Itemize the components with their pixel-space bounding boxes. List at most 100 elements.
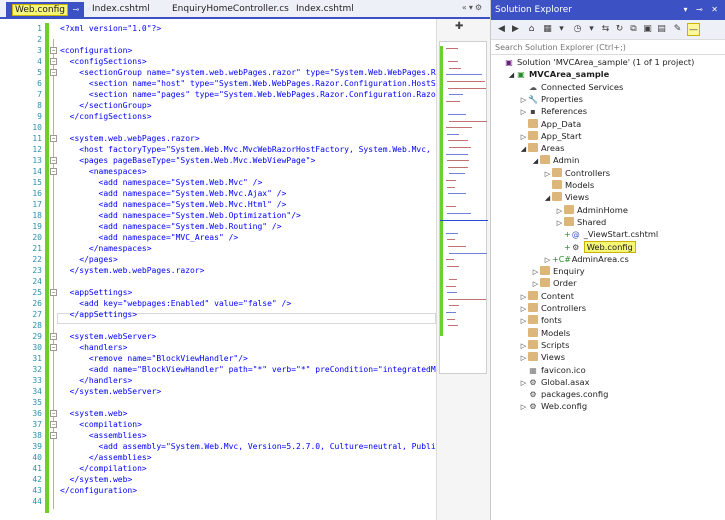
code-line[interactable]: 7 <section name="pages" type="System.Web… <box>0 89 436 100</box>
expand-arrow-icon[interactable]: ▷ <box>531 278 540 290</box>
preview-icon[interactable]: ▤ <box>655 23 668 36</box>
collapse-icon[interactable]: − <box>50 344 57 351</box>
collapse-arrow-icon[interactable]: ◢ <box>519 143 528 155</box>
code-line[interactable]: 42 </system.web> <box>0 474 436 485</box>
collapse-icon[interactable]: − <box>50 421 57 428</box>
code-line[interactable]: 22 </pages> <box>0 254 436 265</box>
sync-icon[interactable]: ⇆ <box>599 23 612 36</box>
tree-item[interactable]: ▷ Controllers <box>543 167 610 179</box>
code-line[interactable]: 18 <add namespace="System.Web.Optimizati… <box>0 210 436 221</box>
tree-item[interactable]: ▷ ⚙ Global.asax <box>519 376 590 388</box>
expand-arrow-icon[interactable]: ▷ <box>519 303 528 315</box>
tree-item[interactable]: ▷ Views <box>519 351 565 363</box>
code-line[interactable]: 14 − <namespaces> <box>0 166 436 177</box>
collapse-icon[interactable]: − <box>50 168 57 175</box>
tab-web-config[interactable]: Web.config ⊸ ✕ <box>6 2 92 17</box>
minimap-viewport[interactable] <box>439 41 488 374</box>
tree-item[interactable]: ◢ Areas <box>519 142 564 154</box>
pin-icon[interactable]: ⊸ <box>71 2 81 17</box>
pending-changes-icon[interactable]: ◷ <box>571 23 584 36</box>
code-line[interactable]: 36 − <system.web> <box>0 408 436 419</box>
back-icon[interactable]: ◀ <box>495 23 508 36</box>
expand-arrow-icon[interactable]: ▷ <box>555 205 564 217</box>
code-line[interactable]: 40 </assemblies> <box>0 452 436 463</box>
expand-arrow-icon[interactable]: ▷ <box>519 340 528 352</box>
code-line[interactable]: 39 <add assembly="System.Web.Mvc, Versio… <box>0 441 436 452</box>
collapse-icon[interactable]: − <box>50 410 57 417</box>
expand-arrow-icon[interactable]: ▷ <box>519 315 528 327</box>
tab-index-cshtml[interactable]: Index.cshtml <box>86 2 164 17</box>
scrollbar-minimap[interactable]: ✚ <box>436 19 490 520</box>
minus-icon[interactable]: — <box>687 23 700 36</box>
scroll-tabs-icon[interactable]: « <box>462 3 469 12</box>
tree-item[interactable]: ▣ Solution 'MVCArea_sample' (1 of 1 proje… <box>495 56 694 68</box>
code-line[interactable]: 12 <host factoryType="System.Web.Mvc.Mvc… <box>0 144 436 155</box>
tree-item[interactable]: ▷ App_Start <box>519 130 582 142</box>
code-line[interactable]: 24 <box>0 276 436 287</box>
tree-item[interactable]: App_Data <box>519 118 581 130</box>
code-line[interactable]: 27 </appSettings> <box>0 309 436 320</box>
code-line[interactable]: 9 </configSections> <box>0 111 436 122</box>
tab-overflow-controls[interactable]: «▾⚙ <box>462 3 484 12</box>
tab-enquiry-home-controller[interactable]: EnquiryHomeController.cs <box>166 2 289 17</box>
code-editor[interactable]: 1 <?xml version="1.0"?> 2 3− <configuration>… <box>0 19 436 520</box>
tree-item[interactable]: ⚙ packages.config <box>519 388 608 400</box>
tree-item[interactable]: ▷ Controllers <box>519 302 586 314</box>
code-line[interactable]: 29 − <system.webServer> <box>0 331 436 342</box>
expand-arrow-icon[interactable]: ▷ <box>519 131 528 143</box>
code-line[interactable]: 37 − <compilation> <box>0 419 436 430</box>
search-input[interactable] <box>491 40 725 55</box>
panel-controls[interactable]: ▾ ⊸ ✕ <box>683 0 721 20</box>
show-all-files-icon[interactable]: ▣ <box>641 23 654 36</box>
tree-item[interactable]: ◢ Views <box>543 191 589 203</box>
properties-wrench-icon[interactable]: ✎ <box>671 23 684 36</box>
collapse-icon[interactable]: − <box>50 69 57 76</box>
tree-item[interactable]: Models <box>519 327 570 339</box>
tree-item[interactable]: ▷ Scripts <box>519 339 569 351</box>
expand-arrow-icon[interactable]: ▷ <box>519 377 528 389</box>
collapse-icon[interactable]: − <box>50 289 57 296</box>
tree-item[interactable]: ▷ AdminHome <box>555 204 628 216</box>
dropdown-icon[interactable]: ▾ <box>585 23 598 36</box>
expand-arrow-icon[interactable]: ▷ <box>555 217 564 229</box>
code-line[interactable]: 11 − <system.web.webPages.razor> <box>0 133 436 144</box>
code-line[interactable]: 17 <add namespace="System.Web.Mvc.Html" … <box>0 199 436 210</box>
tree-item[interactable]: ◢ ▣ MVCArea_sample <box>507 68 609 80</box>
code-line[interactable]: 19 <add namespace="System.Web.Routing" /… <box>0 221 436 232</box>
collapse-icon[interactable]: − <box>50 58 57 65</box>
collapse-arrow-icon[interactable]: ◢ <box>507 69 516 81</box>
tree-item[interactable]: ▷ Content <box>519 290 574 302</box>
code-line[interactable]: 16 <add namespace="System.Web.Mvc.Ajax" … <box>0 188 436 199</box>
code-line[interactable]: 28 <box>0 320 436 331</box>
tree-item[interactable]: ◢ Admin <box>531 154 579 166</box>
code-line[interactable]: 31 <remove name="BlockViewHandler"/> <box>0 353 436 364</box>
code-line[interactable]: 43 </configuration> <box>0 485 436 496</box>
code-line[interactable]: 21 </namespaces> <box>0 243 436 254</box>
tree-item[interactable]: ▷ fonts <box>519 314 562 326</box>
forward-icon[interactable]: ▶ <box>509 23 522 36</box>
code-line[interactable]: 1 <?xml version="1.0"?> <box>0 23 436 34</box>
tab-index-cshtml-2[interactable]: Index.cshtml <box>290 2 368 17</box>
tree-item[interactable]: ☁ Connected Services <box>519 81 623 93</box>
collapse-arrow-icon[interactable]: ◢ <box>531 155 540 167</box>
tree-item[interactable]: +⚙ Web.config <box>555 240 636 253</box>
collapse-icon[interactable]: − <box>50 157 57 164</box>
collapse-icon[interactable]: − <box>50 47 57 54</box>
expand-arrow-icon[interactable]: ▷ <box>519 291 528 303</box>
expand-arrow-icon[interactable]: ▷ <box>543 254 552 266</box>
expand-arrow-icon[interactable]: ▷ <box>519 106 528 118</box>
tree-item[interactable]: ▷ ⚙ Web.config <box>519 400 587 412</box>
tree-item[interactable]: +@ _ViewStart.cshtml <box>555 228 658 240</box>
code-line[interactable]: 8 </sectionGroup> <box>0 100 436 111</box>
code-line[interactable]: 3 − <configuration> <box>0 45 436 56</box>
code-line[interactable]: 33 </handlers> <box>0 375 436 386</box>
code-line[interactable]: 26 <add key="webpages:Enabled" value="fa… <box>0 298 436 309</box>
expand-arrow-icon[interactable]: ▷ <box>543 168 552 180</box>
code-line[interactable]: 32 <add name="BlockViewHandler" path="*"… <box>0 364 436 375</box>
code-line[interactable]: 23 </system.web.webPages.razor> <box>0 265 436 276</box>
code-line[interactable]: 6 <section name="host" type="System.Web.… <box>0 78 436 89</box>
expand-arrow-icon[interactable]: ▷ <box>519 94 528 106</box>
code-line[interactable]: 15 <add namespace="System.Web.Mvc" /> <box>0 177 436 188</box>
expand-arrow-icon[interactable]: ▷ <box>531 266 540 278</box>
code-line[interactable]: 10 <box>0 122 436 133</box>
